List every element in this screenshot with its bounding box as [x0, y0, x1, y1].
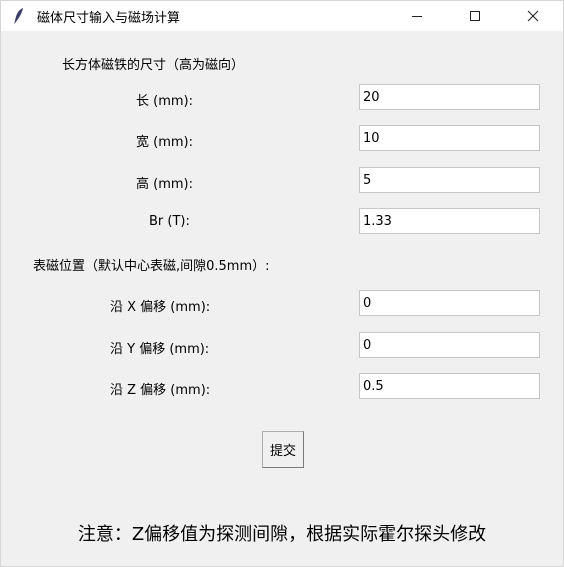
maximize-icon — [470, 11, 480, 21]
minimize-button[interactable] — [394, 1, 440, 31]
y-offset-label: 沿 Y 偏移 (mm): — [110, 342, 210, 357]
minimize-icon — [412, 16, 422, 17]
close-button[interactable] — [510, 1, 556, 31]
length-label: 长 (mm): — [136, 94, 193, 109]
width-input[interactable] — [359, 125, 540, 151]
width-label: 宽 (mm): — [136, 135, 193, 150]
submit-button[interactable]: 提交 — [262, 431, 304, 468]
app-window: 磁体尺寸输入与磁场计算 长方体磁铁的尺寸（高为磁向） 长 (mm): 宽 (mm… — [0, 0, 564, 567]
x-offset-label: 沿 X 偏移 (mm): — [110, 300, 211, 315]
title-bar[interactable]: 磁体尺寸输入与磁场计算 — [1, 1, 563, 31]
note-text: 注意：Z偏移值为探测间隙，根据实际霍尔探头修改 — [77, 524, 487, 545]
br-input[interactable] — [359, 208, 540, 234]
br-label: Br (T): — [149, 214, 190, 229]
height-input[interactable] — [359, 167, 540, 193]
form-area: 长方体磁铁的尺寸（高为磁向） 长 (mm): 宽 (mm): 高 (mm): B… — [1, 31, 563, 567]
z-offset-input[interactable] — [359, 373, 540, 399]
close-icon — [527, 10, 539, 22]
y-offset-input[interactable] — [359, 332, 540, 358]
z-offset-label: 沿 Z 偏移 (mm): — [110, 383, 211, 398]
feather-icon — [14, 8, 23, 24]
x-offset-input[interactable] — [359, 290, 540, 316]
maximize-button[interactable] — [452, 1, 498, 31]
height-label: 高 (mm): — [136, 177, 193, 192]
dimensions-heading: 长方体磁铁的尺寸（高为磁向） — [62, 58, 245, 73]
length-input[interactable] — [359, 84, 540, 110]
window-title: 磁体尺寸输入与磁场计算 — [37, 11, 181, 26]
position-heading: 表磁位置（默认中心表磁,间隙0.5mm）: — [33, 259, 270, 274]
